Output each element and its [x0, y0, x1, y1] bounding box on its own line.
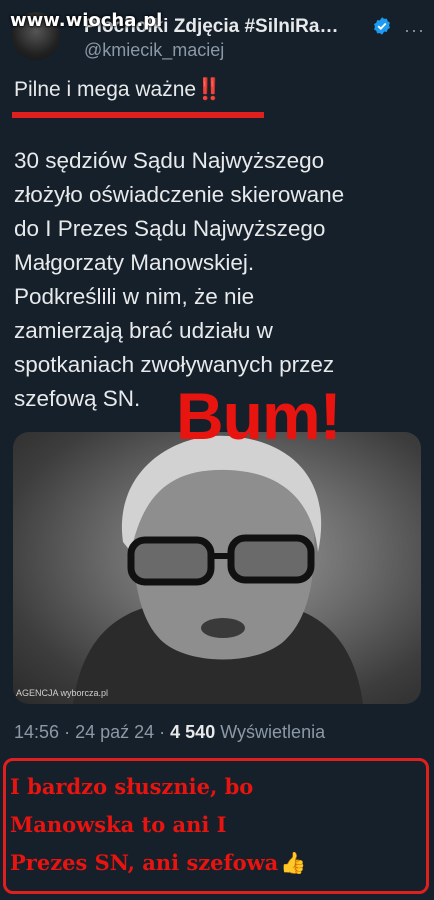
tweet-date[interactable]: 24 paź 24: [75, 722, 154, 742]
meta-separator: ·: [159, 722, 171, 742]
tweet-body: 30 sędziów Sądu Najwyższego złożyło oświ…: [14, 144, 424, 416]
thumbs-up-icon: 👍: [280, 850, 307, 875]
tweet-line: 30 sędziów Sądu Najwyższego: [14, 148, 325, 173]
photo-credit: AGENCJA wyborcza.pl: [16, 688, 109, 698]
meta-separator: ·: [64, 722, 76, 742]
tweet-headline: Pilne i mega ważne‼️: [14, 78, 223, 101]
watermark: www.wiocha.pl: [10, 10, 163, 31]
tweet-line: zamierzają brać udziału w: [14, 318, 273, 343]
overlay-caption: Bum!: [176, 379, 342, 453]
comment-line: I bardzo słusznie, bo: [10, 774, 254, 799]
more-options-icon[interactable]: ···: [404, 20, 425, 41]
comment-line-text: Prezes SN, ani szefowa: [10, 850, 279, 875]
tweet-photo[interactable]: [13, 432, 421, 704]
views-label: Wyświetlenia: [220, 722, 326, 742]
verified-badge-icon: [374, 17, 390, 35]
tweet-line: Podkreślili w nim, że nie: [14, 284, 255, 309]
handle[interactable]: @kmiecik_maciej: [84, 40, 224, 61]
views-count: 4 540: [170, 722, 216, 742]
tweet-line: do I Prezes Sądu Najwyższego: [14, 216, 326, 241]
comment-line: Prezes SN, ani szefowa👍: [10, 844, 424, 882]
tweet-line: złożyło oświadczenie skierowane: [14, 182, 345, 207]
tweet-line: spotkaniach zwoływanych przez: [14, 352, 335, 377]
comment-line: Manowska to ani I: [10, 812, 227, 837]
tweet-time[interactable]: 14:56: [14, 722, 59, 742]
comment-text: I bardzo słusznie, bo Manowska to ani I …: [10, 768, 424, 882]
tweet-meta: 14:56 · 24 paź 24 · 4 540 Wyświetlenia: [14, 722, 325, 743]
headline-underline: [12, 112, 264, 118]
tweet-line: Małgorzaty Manowskiej.: [14, 250, 255, 275]
portrait-illustration: [73, 435, 363, 704]
